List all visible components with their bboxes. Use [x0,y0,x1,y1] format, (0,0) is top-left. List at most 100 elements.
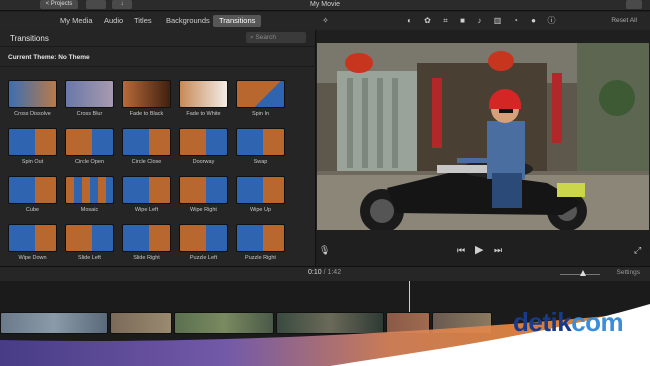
tab-titles[interactable]: Titles [128,15,158,27]
divider [0,66,316,67]
transition-label: Wipe Up [249,207,272,213]
transition-item[interactable]: Fade to White [179,80,229,120]
window-title: My Movie [310,1,340,8]
transition-label: Spin Out [21,159,44,165]
color-balance-icon[interactable]: ◐ [405,16,414,25]
transition-thumbnail [179,224,228,252]
video-frame [317,43,649,230]
transition-label: Fade to White [186,111,221,117]
speed-icon[interactable]: ◔ [511,16,520,25]
transition-thumbnail [65,128,114,156]
transition-thumbnail [236,128,285,156]
viewer-toolbar: ✧ ◐ ✿ ⌗ ■ ♪ ▥ ◔ ● ⓘ Reset All [316,12,650,30]
transition-thumbnail [122,176,171,204]
transition-item[interactable]: Spin In [236,80,286,120]
transition-thumbnail [236,224,285,252]
fullscreen-icon[interactable]: ⤢ [634,244,641,256]
transition-label: Fade to Black [129,111,164,117]
search-input[interactable]: ⌕ Search [246,32,306,43]
title-bar: < Projects ↓ My Movie [0,0,650,11]
transition-thumbnail [65,80,114,108]
transition-item[interactable]: Doorway [179,128,229,168]
transition-item[interactable]: Puzzle Left [179,224,229,264]
tab-my-media[interactable]: My Media [54,15,99,27]
transition-thumbnail [8,80,57,108]
transition-thumbnail [8,128,57,156]
transition-thumbnail [236,176,285,204]
transition-label: Slide Left [78,255,101,261]
color-correction-icon[interactable]: ✿ [423,16,432,25]
microphone-icon[interactable]: 🎙 [319,244,330,256]
tab-audio[interactable]: Audio [98,15,129,27]
transition-item[interactable]: Swap [236,128,286,168]
transition-item[interactable]: Wipe Left [122,176,172,216]
transition-thumbnail [236,80,285,108]
current-time: 0:10 [308,269,322,276]
transition-item[interactable]: Slide Right [122,224,172,264]
transition-thumbnail [179,80,228,108]
transition-item[interactable]: Fade to Black [122,80,172,120]
transition-item[interactable]: Circle Close [122,128,172,168]
transition-item[interactable]: Slide Left [65,224,115,264]
share-button[interactable] [626,0,642,9]
transition-label: Cross Blur [76,111,103,117]
transitions-browser: Transitions ⌕ Search Current Theme: No T… [0,30,316,266]
viewer-controls: 🎙 ⏮ ▶ ⏭ ⤢ [316,240,650,262]
transition-item[interactable]: Puzzle Right [236,224,286,264]
timeline-header: 0:10 / 1:42 Settings [0,266,650,281]
transition-thumbnail [179,128,228,156]
transition-thumbnail [8,224,57,252]
reset-all-button[interactable]: Reset All [611,16,637,25]
noise-reduction-icon[interactable]: ● [529,16,538,25]
transition-thumbnail [65,176,114,204]
transition-label: Wipe Down [18,255,47,261]
skip-back-icon[interactable]: ⏮ [457,244,465,256]
transition-item[interactable]: Wipe Down [8,224,58,264]
transition-item[interactable]: Mosaic [65,176,115,216]
media-tab-bar: My Media Audio Titles Backgrounds Transi… [0,12,316,30]
transition-item[interactable]: Cross Dissolve [8,80,58,120]
transition-item[interactable]: Wipe Up [236,176,286,216]
browser-header: Transitions ⌕ Search [0,30,315,47]
video-image [317,43,649,230]
transition-label: Slide Right [133,255,160,261]
current-theme-label: Current Theme: No Theme [8,54,90,61]
info-icon[interactable]: ⓘ [547,16,556,25]
transition-item[interactable]: Circle Open [65,128,115,168]
stabilization-icon[interactable]: ■ [458,16,467,25]
viewer: 🎙 ⏮ ▶ ⏭ ⤢ [316,30,650,266]
logo-part-detik: detik [513,307,572,337]
tab-transitions[interactable]: Transitions [213,15,262,27]
transition-label: Circle Open [74,159,105,165]
transition-thumbnail [179,176,228,204]
transition-item[interactable]: Wipe Right [179,176,229,216]
search-placeholder: Search [255,34,277,41]
transition-item[interactable]: Cube [8,176,58,216]
tab-backgrounds[interactable]: Backgrounds [160,15,216,27]
transition-thumbnail [122,224,171,252]
magic-wand-icon[interactable]: ✧ [321,16,330,25]
transition-label: Circle Close [131,159,162,165]
skip-forward-icon[interactable]: ⏭ [494,244,502,256]
crop-icon[interactable]: ⌗ [441,16,450,25]
transition-item[interactable]: Cross Blur [65,80,115,120]
transition-label: Doorway [192,159,215,165]
transition-thumbnail [122,128,171,156]
transition-thumbnail [122,80,171,108]
detikcom-logo: detikcom [513,307,624,337]
timecode: 0:10 / 1:42 [308,269,341,276]
transition-thumbnail [8,176,57,204]
play-icon[interactable]: ▶ [475,244,483,256]
transition-label: Puzzle Right [245,255,276,261]
browser-title: Transitions [10,34,49,43]
transition-label: Cube [25,207,40,213]
settings-button[interactable]: Settings [617,269,641,276]
transition-label: Mosaic [80,207,99,213]
transition-item[interactable]: Spin Out [8,128,58,168]
equalizer-icon[interactable]: ▥ [493,16,502,25]
zoom-slider-knob[interactable] [580,270,586,276]
logo-part-com: com [571,307,624,337]
transition-label: Spin In [251,111,270,117]
volume-icon[interactable]: ♪ [475,16,484,25]
transition-label: Swap [253,159,268,165]
